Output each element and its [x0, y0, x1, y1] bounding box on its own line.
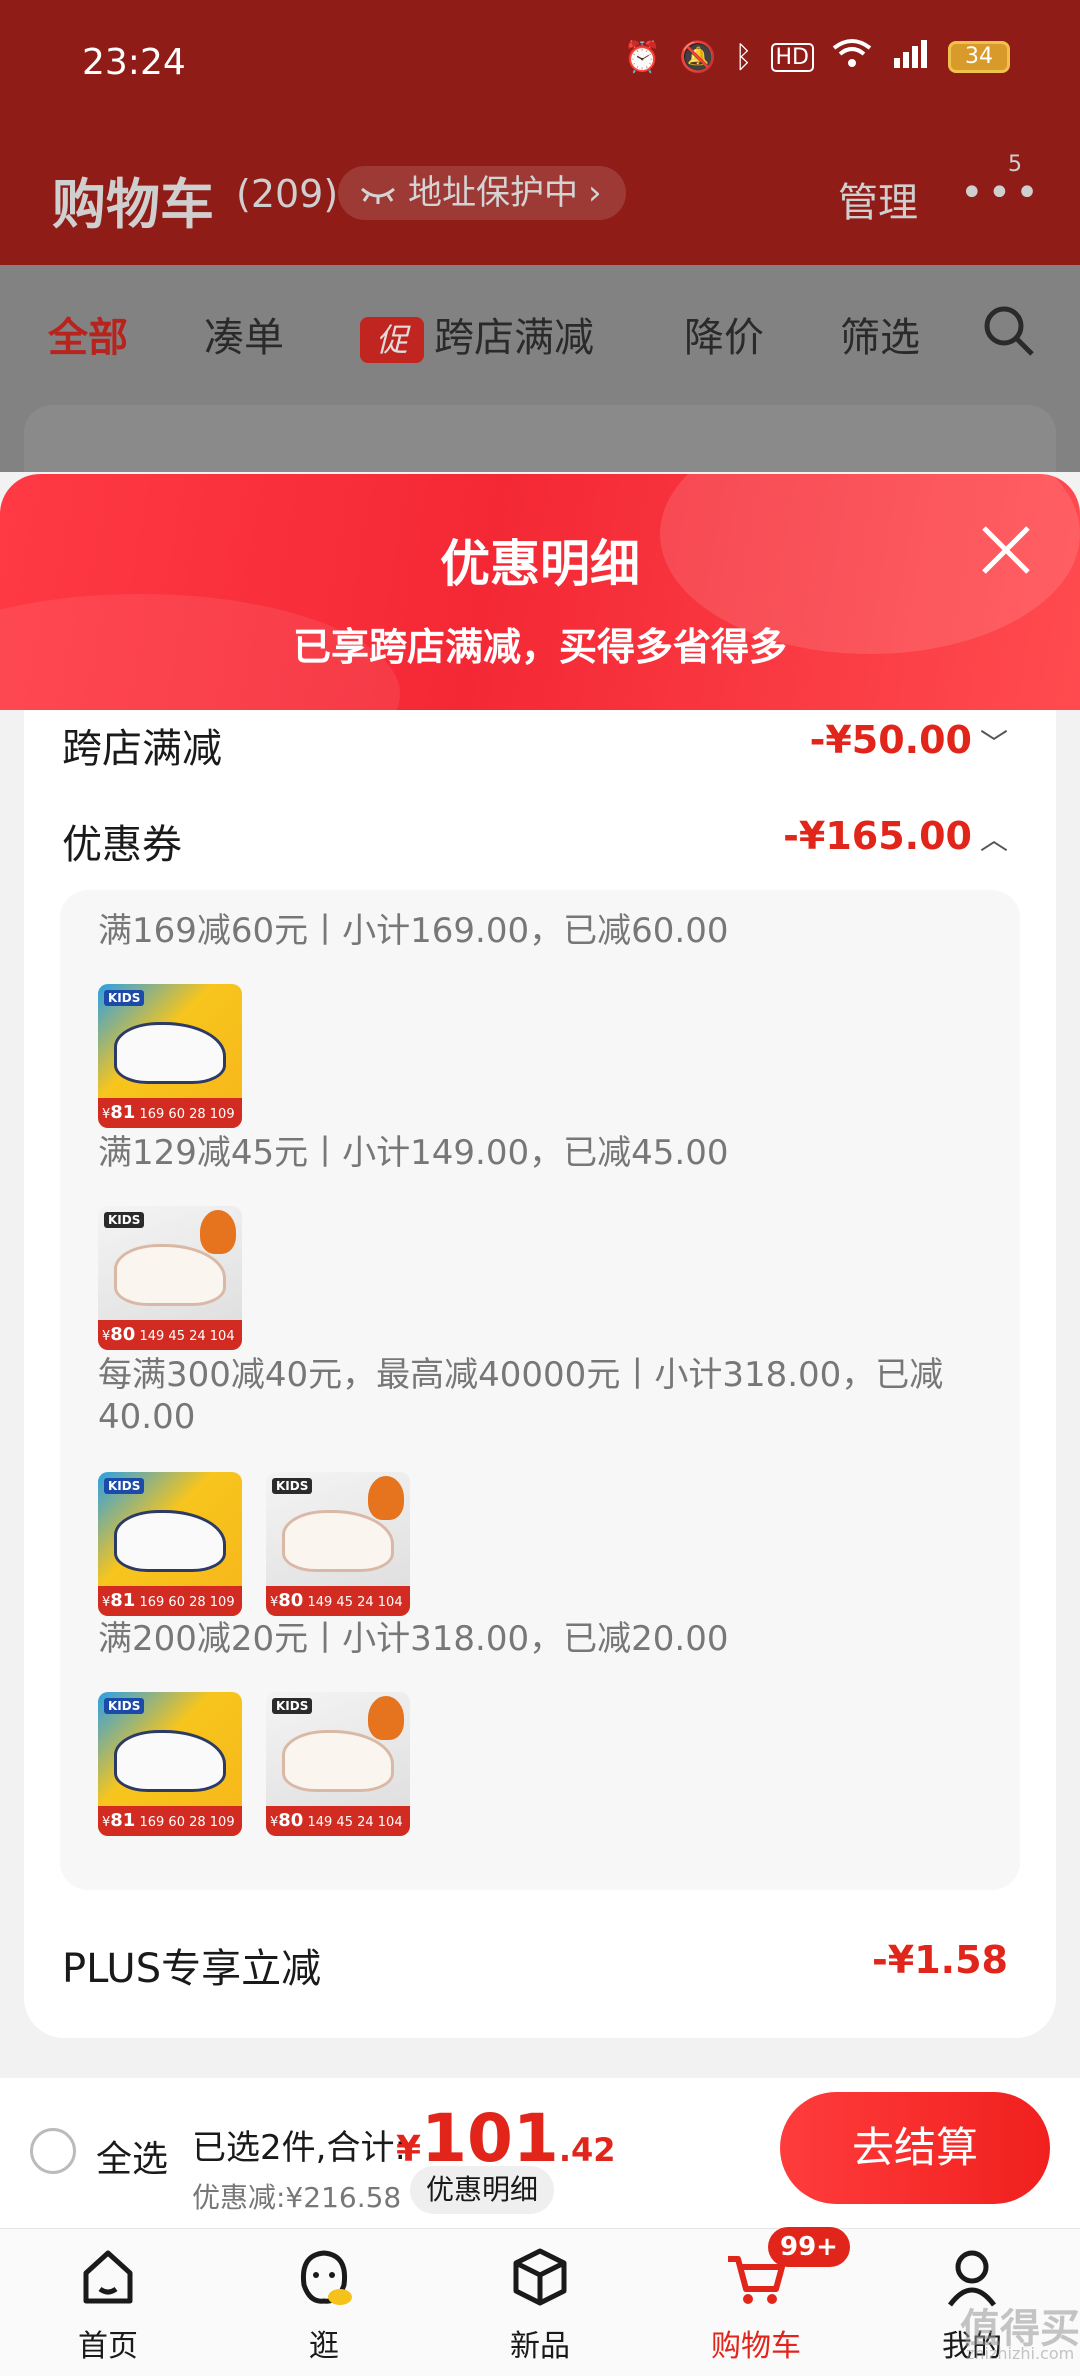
filter-bar: 全部 凑单 促跨店满减 降价 筛选	[0, 265, 1080, 395]
tab-bundle[interactable]: 凑单	[204, 305, 284, 363]
coupon-detail-box: 满169减60元丨小计169.00，已减60.00 KIDS ¥81 169 6…	[60, 890, 1020, 1890]
coupon-rule: 满169减60元丨小计169.00，已减60.00	[98, 911, 729, 951]
plus-discount-label: PLUS专享立减	[62, 1946, 322, 1992]
shoe-image	[282, 1510, 394, 1572]
promo-sticker	[368, 1476, 404, 1520]
coupon-amount: -¥165.00	[783, 814, 972, 858]
shoe-image	[114, 1510, 226, 1572]
cross-store-label: 跨店满减	[62, 726, 222, 772]
coupon-label: 优惠券	[62, 822, 182, 868]
select-all-checkbox[interactable]	[30, 2128, 76, 2174]
checkout-button[interactable]: 去结算	[780, 2092, 1050, 2204]
shoe-image	[282, 1730, 394, 1792]
select-all-label[interactable]: 全选	[96, 2130, 168, 2182]
tab-new[interactable]: 新品	[460, 2229, 620, 2376]
shoe-image	[114, 1022, 226, 1084]
shoe-image	[114, 1730, 226, 1792]
bluetooth-icon: ᛒ	[734, 39, 753, 75]
product-thumbnail[interactable]: KIDS ¥81 169 60 28 109	[98, 984, 242, 1128]
tab-cross-store[interactable]: 促跨店满减	[360, 305, 594, 363]
cart-badge: 99+	[768, 2227, 850, 2267]
tab-all[interactable]: 全部	[48, 305, 128, 363]
bottom-tab-bar: 首页 逛 新品 99+ 购物车 我的	[0, 2227, 1080, 2376]
discount-sheet-header: 优惠明细 已享跨店满减，买得多省得多	[0, 474, 1080, 710]
coupon-rule: 满129减45元丨小计149.00，已减45.00	[98, 1133, 729, 1173]
tab-cart[interactable]: 99+ 购物车	[676, 2227, 850, 2376]
address-protection-chip[interactable]: 地址保护中 ›	[338, 166, 626, 220]
search-icon[interactable]	[982, 304, 1036, 358]
hd-icon: HD	[770, 42, 814, 72]
selected-summary: 已选2件,合计:	[192, 2128, 406, 2168]
product-thumbnail[interactable]: KIDS ¥81 169 60 28 109	[98, 1472, 242, 1616]
product-thumbnail[interactable]: KIDS ¥80 149 45 24 104	[266, 1692, 410, 1836]
more-badge: 5	[1008, 152, 1022, 177]
chevron-right-icon: ›	[588, 173, 602, 213]
status-icons: ⏰ 🔕 ᛒ HD 34	[624, 38, 1010, 76]
tab-filter[interactable]: 筛选	[840, 305, 920, 363]
shoe-image	[114, 1244, 226, 1306]
sheet-subtitle: 已享跨店满减，买得多省得多	[292, 625, 787, 669]
tab-browse[interactable]: 逛	[244, 2229, 404, 2376]
product-thumbnail[interactable]: KIDS ¥81 169 60 28 109	[98, 1692, 242, 1836]
eye-closed-icon	[361, 187, 395, 204]
cart-header: 购物车 (209) 地址保护中 › 管理 ••• 5	[0, 130, 1080, 265]
page-title: 购物车	[52, 173, 214, 236]
product-thumbnail[interactable]: KIDS ¥80 149 45 24 104	[266, 1472, 410, 1616]
box-icon	[513, 2248, 567, 2306]
more-icon[interactable]: •••	[960, 170, 1043, 216]
product-thumbnail[interactable]: KIDS ¥80 149 45 24 104	[98, 1206, 242, 1350]
home-icon	[83, 2250, 133, 2304]
tab-cross-store-label: 跨店满减	[434, 315, 594, 361]
saved-amount: 优惠减:¥216.58	[192, 2181, 402, 2214]
coupon-rule: 每满300减40元，最高减40000元丨小计318.00，已减40.00	[98, 1355, 944, 1437]
tab-price-drop[interactable]: 降价	[684, 305, 764, 363]
wifi-icon	[832, 38, 872, 76]
coupon-rule: 满200减20元丨小计318.00，已减20.00	[98, 1619, 729, 1659]
cross-store-row[interactable]: -¥50.00 ﹀	[810, 718, 1008, 762]
cross-store-amount: -¥50.00	[809, 718, 972, 762]
battery-icon: 34	[948, 41, 1010, 73]
plus-discount-amount: -¥1.58	[872, 1938, 1008, 1982]
mute-icon: 🔕	[679, 39, 717, 75]
close-icon[interactable]	[976, 520, 1036, 580]
browse-icon	[300, 2250, 352, 2305]
discount-detail-card: 跨店满减 -¥50.00 ﹀ 优惠券 -¥165.00 ︿ 满169减60元丨小计1…	[24, 710, 1056, 2038]
promo-sticker	[368, 1696, 404, 1740]
checkout-bar: 全选 已选2件,合计: ¥101.42 优惠减:¥216.58 优惠明细 去结算	[0, 2078, 1080, 2228]
coupon-row[interactable]: -¥165.00 ︿	[783, 814, 1008, 858]
status-time: 23:24	[82, 42, 186, 83]
sheet-title: 优惠明细	[440, 535, 640, 593]
status-bar: 23:24 ⏰ 🔕 ᛒ HD 34	[0, 0, 1080, 130]
promo-sticker	[200, 1210, 236, 1254]
chevron-down-icon: ﹀	[979, 727, 1008, 760]
promo-tag: 促	[360, 317, 424, 363]
cart-count: (209)	[236, 172, 339, 216]
address-chip-label: 地址保护中	[408, 173, 578, 213]
manage-button[interactable]: 管理	[838, 170, 918, 228]
alarm-icon: ⏰	[623, 39, 662, 75]
chevron-up-icon: ︿	[979, 823, 1008, 856]
signal-icon	[890, 38, 930, 76]
tab-home[interactable]: 首页	[28, 2229, 188, 2376]
watermark-url: zhizhizhi.com	[966, 2344, 1075, 2363]
discount-detail-button[interactable]: 优惠明细	[410, 2166, 555, 2214]
